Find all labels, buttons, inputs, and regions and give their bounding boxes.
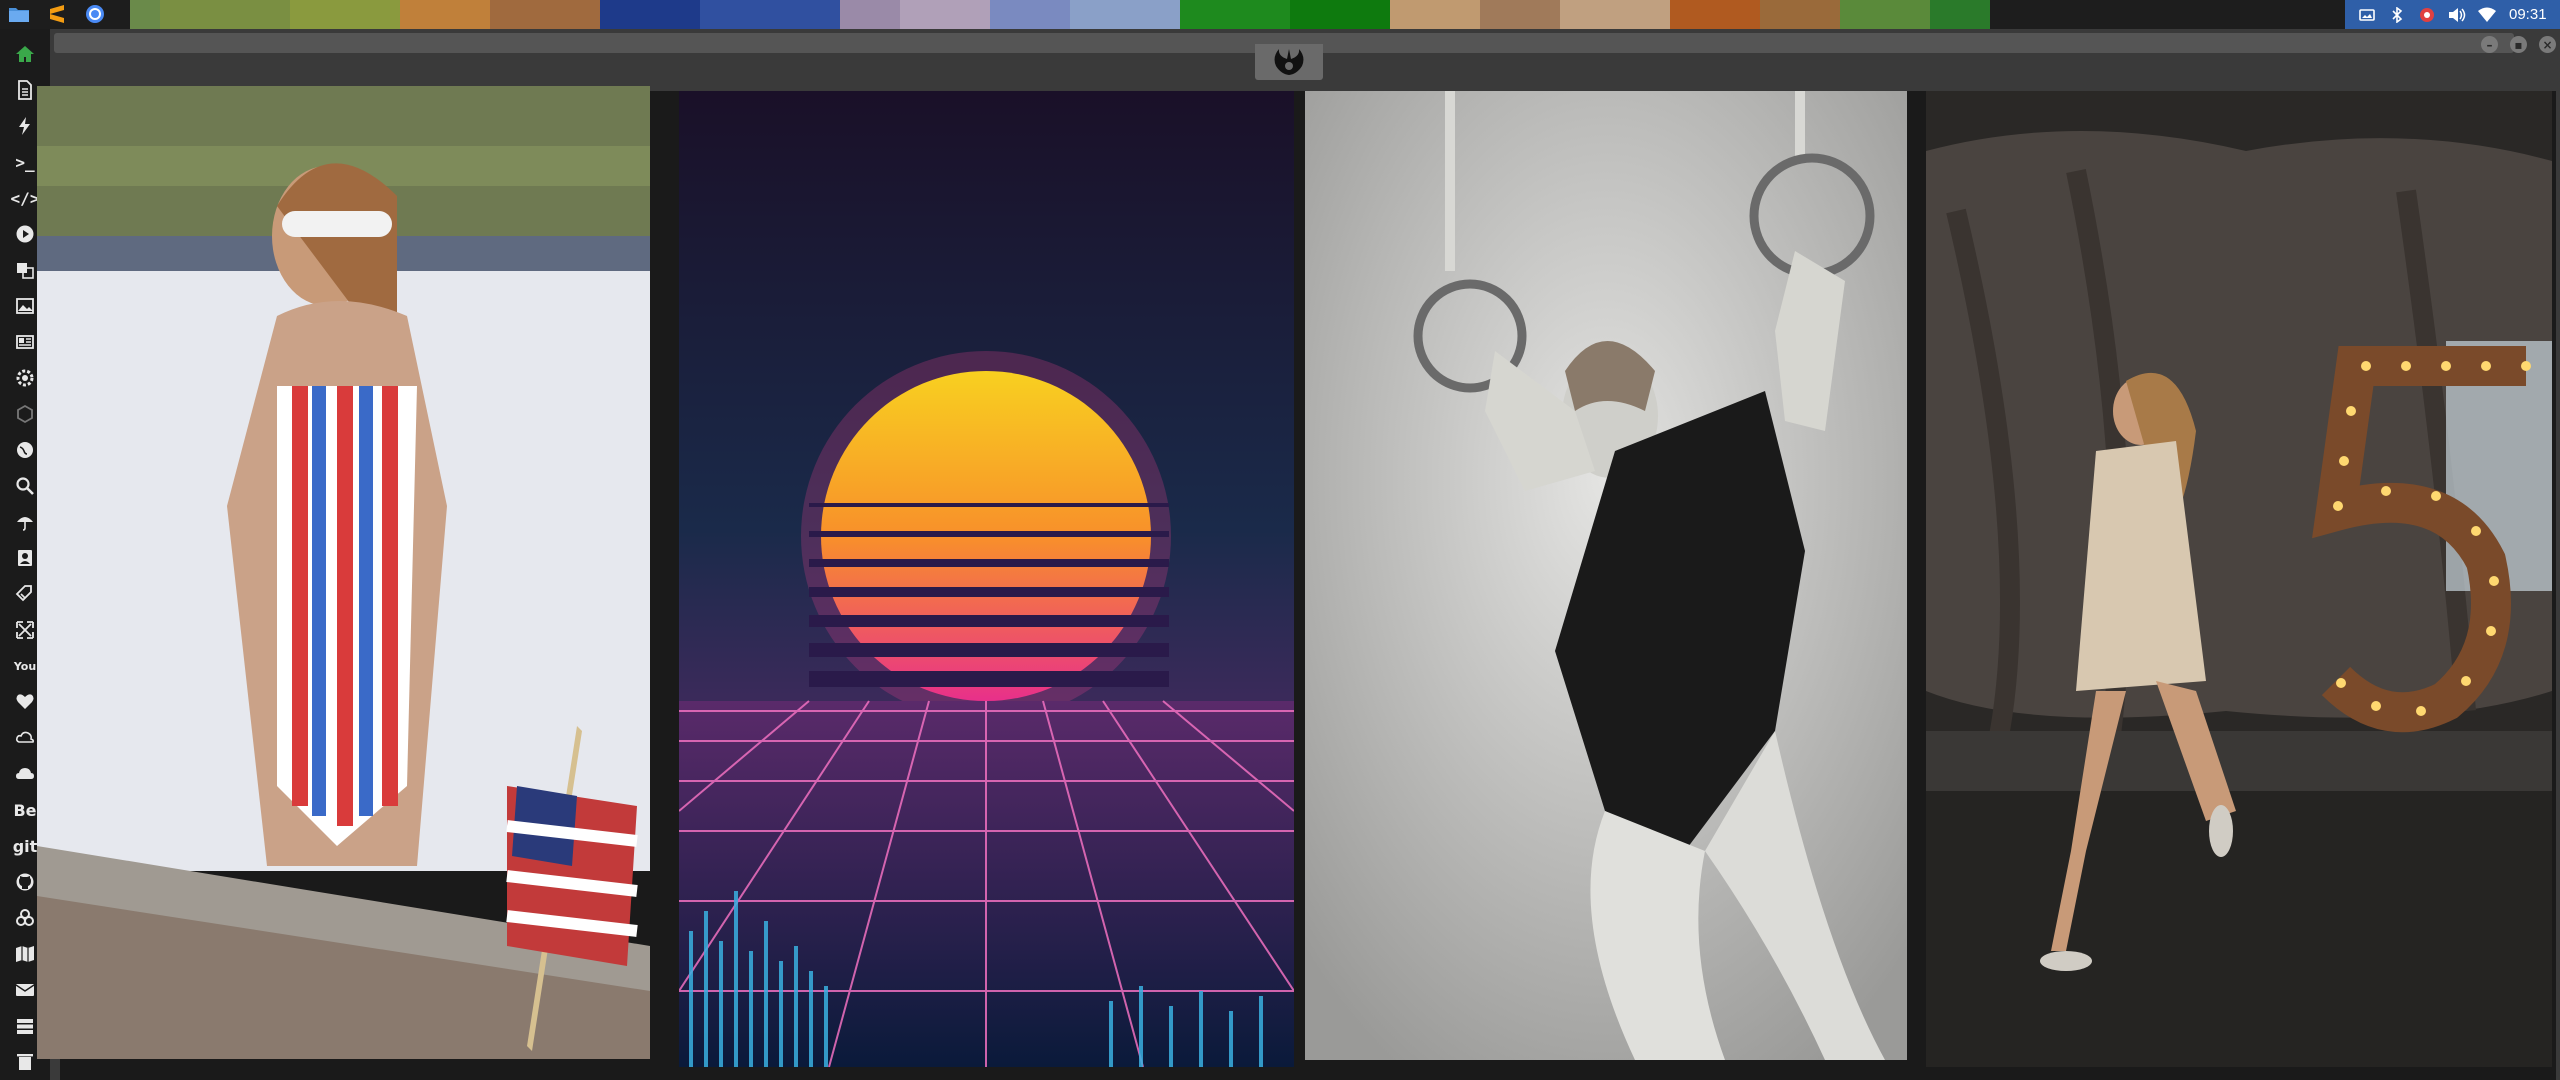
color-strip (130, 0, 1990, 29)
wallpaper-retro-sunset[interactable] (679, 91, 1294, 1067)
color-swatch (130, 0, 160, 29)
dock-item-label: >_ (15, 152, 35, 172)
security-icon[interactable] (2417, 5, 2437, 25)
color-swatch (1390, 0, 1480, 29)
screenshot-icon[interactable] (2357, 5, 2377, 25)
dock-item-label: </> (10, 188, 40, 208)
color-swatch (400, 0, 490, 29)
home-icon[interactable] (5, 36, 45, 72)
dock-item-label: git (12, 836, 38, 856)
top-panel: 09:31 (0, 0, 2560, 29)
color-swatch (290, 0, 400, 29)
dock-item-label: You (13, 659, 37, 673)
minimize-button[interactable]: – (2481, 36, 2498, 53)
volume-icon[interactable] (2447, 5, 2467, 25)
color-swatch (1070, 0, 1180, 29)
sublime-text-icon[interactable] (44, 2, 70, 26)
wallpaper-chanel-5[interactable] (1926, 91, 2552, 1067)
system-tray: 09:31 (2345, 0, 2560, 29)
chrome-icon[interactable] (82, 2, 108, 26)
clock[interactable]: 09:31 (2509, 6, 2547, 23)
color-swatch (990, 0, 1070, 29)
color-swatch (160, 0, 290, 29)
color-swatch (1760, 0, 1840, 29)
dock-item-label: Be (13, 800, 37, 820)
color-swatch (1480, 0, 1560, 29)
wifi-icon[interactable] (2477, 5, 2497, 25)
color-swatch (1670, 0, 1760, 29)
color-swatch (600, 0, 700, 29)
color-swatch (1840, 0, 1930, 29)
wallpaper-gallery (37, 86, 2556, 1080)
color-swatch (840, 0, 900, 29)
wallpaper-rings-gymnast[interactable] (1305, 91, 1907, 1060)
folder-icon[interactable] (6, 2, 32, 26)
color-swatch (700, 0, 840, 29)
maximize-button[interactable]: ▪ (2510, 36, 2527, 53)
close-button[interactable]: × (2539, 36, 2556, 53)
rebel-alliance-icon[interactable] (1255, 44, 1323, 80)
color-swatch (1930, 0, 1990, 29)
color-swatch (900, 0, 990, 29)
wallpaper-swimsuit[interactable] (37, 86, 650, 1059)
color-swatch (1290, 0, 1390, 29)
gallery-window: – ▪ × (37, 29, 2560, 1080)
bluetooth-icon[interactable] (2387, 5, 2407, 25)
color-swatch (1180, 0, 1290, 29)
color-swatch (1560, 0, 1670, 29)
app-launcher (6, 2, 108, 26)
color-swatch (490, 0, 600, 29)
window-controls: – ▪ × (2481, 36, 2556, 53)
